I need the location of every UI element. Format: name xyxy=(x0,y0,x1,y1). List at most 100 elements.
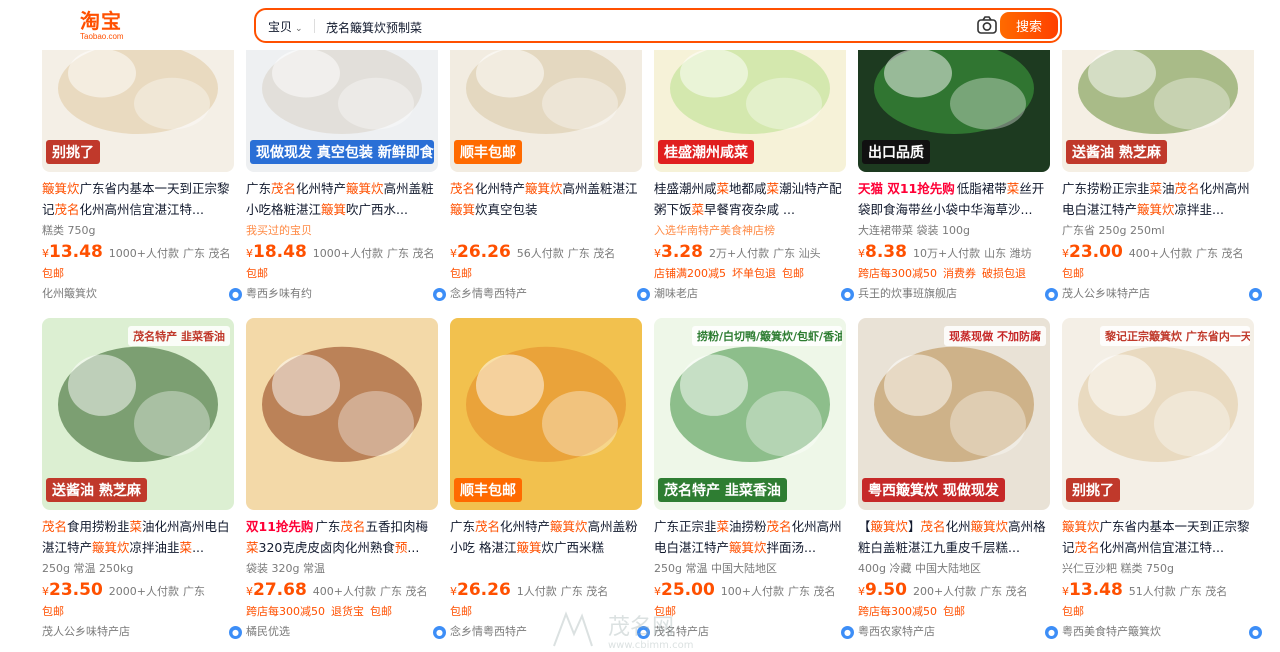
product-title[interactable]: 广东茂名化州特产簸箕炊高州盖粉小吃 格湛江簸箕炊广西米糕 xyxy=(450,516,640,558)
product-attributes: 400g 冷藏 中国大陆地区 xyxy=(858,562,981,575)
product-title[interactable]: 广东捞粉正宗韭菜油茂名化州高州电白湛江特产簸箕炊凉拌韭... xyxy=(1062,178,1252,220)
shop-row[interactable]: 粤西乡味有约 ● xyxy=(246,284,446,304)
image-banner-subtext: 现蒸现做 不加防腐 xyxy=(944,326,1046,346)
shop-row[interactable]: 潮味老店 ● xyxy=(654,284,854,304)
image-banner-subtext: 黎记正宗簸箕炊 广东省内一天到 xyxy=(1100,326,1250,346)
product-title[interactable]: 茂名食用捞粉韭菜油化州高州电白湛江特产簸箕炊凉拌油韭菜... xyxy=(42,516,232,558)
search-category-dropdown[interactable]: 宝贝 ⌄ xyxy=(268,18,303,35)
product-image[interactable]: 茂名特产 韭菜香油 捞粉/白切鸭/簸箕炊/包虾/香油鸡 xyxy=(654,318,846,510)
service-tags: 包邮 xyxy=(42,602,242,622)
ship-location: 广东 茂名 xyxy=(560,585,609,598)
price-row: ¥25.00 100+人付款 广东 茂名 xyxy=(654,580,854,602)
shop-name[interactable]: 粤西乡味有约 xyxy=(246,287,312,300)
service-tag: 包邮 xyxy=(782,267,804,280)
ship-location: 广东 茂名 xyxy=(788,585,836,598)
product-title[interactable]: 【簸箕炊】茂名化州簸箕炊高州格粧白盖粧湛江九重皮千层糕... xyxy=(858,516,1048,558)
top-bar: 淘宝 Taobao.com 宝贝⌄ 搜索 xyxy=(0,0,1280,50)
product-image[interactable]: 顺丰包邮 xyxy=(450,318,642,510)
shop-name[interactable]: 茂人公乡味特产店 xyxy=(1062,287,1150,300)
shop-name[interactable]: 茂名特产店 xyxy=(654,625,709,638)
shop-row[interactable]: 茂人公乡味特产店 ● xyxy=(1062,284,1262,304)
product-title[interactable]: 天猫 双11抢先购 低脂裙带菜丝开袋即食海带丝小袋中华海草沙... xyxy=(858,178,1048,220)
shop-chat-icon[interactable]: ● xyxy=(841,288,854,301)
image-banner-subtext: 捞粉/白切鸭/簸箕炊/包虾/香油鸡 xyxy=(692,326,842,346)
shop-name[interactable]: 粤西农家特产店 xyxy=(858,625,935,638)
shop-chat-icon[interactable]: ● xyxy=(841,626,854,639)
shop-row[interactable]: 化州簸箕炊 ● xyxy=(42,284,242,304)
service-tags: 包邮 xyxy=(1062,264,1262,284)
shop-row[interactable]: 念乡情粤西特产 ● xyxy=(450,284,650,304)
product-title[interactable]: 双11抢先购 广东茂名五香扣肉梅菜320克虎皮卤肉化州熟食预... xyxy=(246,516,436,558)
service-tag: 包邮 xyxy=(654,605,676,618)
product-attributes: 糕类 750g xyxy=(42,224,96,237)
shop-chat-icon[interactable]: ● xyxy=(433,626,446,639)
search-input[interactable] xyxy=(326,18,926,36)
shop-chat-icon[interactable]: ● xyxy=(637,626,650,639)
product-image[interactable] xyxy=(246,318,438,510)
ship-location: 广东 茂名 xyxy=(1196,247,1244,260)
image-banner-text: 别挑了 xyxy=(1066,478,1120,502)
taobao-logo[interactable]: 淘宝 Taobao.com xyxy=(80,10,132,42)
ship-location: 山东 潍坊 xyxy=(984,247,1032,260)
ship-location: 广东 xyxy=(183,585,205,598)
image-banner-text: 送酱油 熟芝麻 xyxy=(1066,140,1167,164)
shop-name[interactable]: 橘民优选 xyxy=(246,625,290,638)
service-tag: 店铺满200减5 xyxy=(654,267,726,280)
shop-chat-icon[interactable]: ● xyxy=(1045,288,1058,301)
shop-name[interactable]: 念乡情粤西特产 xyxy=(450,287,527,300)
product-price: ¥26.26 xyxy=(450,580,511,600)
shop-chat-icon[interactable]: ● xyxy=(1045,626,1058,639)
shop-chat-icon[interactable]: ● xyxy=(229,626,242,639)
shop-name[interactable]: 念乡情粤西特产 xyxy=(450,625,527,638)
shop-name[interactable]: 粤西美食特产簸箕炊 xyxy=(1062,625,1161,638)
shop-row[interactable]: 橘民优选 ● xyxy=(246,622,446,642)
product-price: ¥13.48 xyxy=(42,242,103,262)
product-attributes: 入选华南特产美食神店榜 xyxy=(654,224,775,237)
shop-row[interactable]: 粤西美食特产簸箕炊 ● xyxy=(1062,622,1262,642)
product-image[interactable]: 送酱油 熟芝麻 茂名特产 韭菜香油 xyxy=(42,318,234,510)
logo-text: 淘宝 xyxy=(80,9,122,33)
product-price: ¥9.50 xyxy=(858,580,907,600)
shop-chat-icon[interactable]: ● xyxy=(637,288,650,301)
product-title[interactable]: 簸箕炊广东省内基本一天到正宗黎记茂名化州高州信宜湛江特... xyxy=(1062,516,1252,558)
product-price: ¥25.00 xyxy=(654,580,715,600)
product-attributes xyxy=(450,222,650,238)
shop-chat-icon[interactable]: ● xyxy=(1249,626,1262,639)
shop-chat-icon[interactable]: ● xyxy=(433,288,446,301)
sales-count: 400+人付款 xyxy=(312,585,376,598)
image-banner-text: 顺丰包邮 xyxy=(454,478,522,502)
ship-location: 广东 茂名 xyxy=(1179,585,1228,598)
product-title[interactable]: 广东茂名化州特产簸箕炊高州盖粧小吃格粧湛江簸箕吹广西水... xyxy=(246,178,436,220)
shop-row[interactable]: 粤西农家特产店 ● xyxy=(858,622,1058,642)
product-title[interactable]: 茂名化州特产簸箕炊高州盖粧湛江簸箕炊真空包装 xyxy=(450,178,640,220)
shop-row[interactable]: 茂名特产店 ● xyxy=(654,622,854,642)
search-category-label: 宝贝 xyxy=(268,20,293,34)
shop-name[interactable]: 化州簸箕炊 xyxy=(42,287,97,300)
shop-row[interactable]: 兵王的炊事班旗舰店 ● xyxy=(858,284,1058,304)
product-title[interactable]: 广东正宗韭菜油捞粉茂名化州高州电白湛江特产簸箕炊拌面汤... xyxy=(654,516,844,558)
service-tag: 包邮 xyxy=(450,605,472,618)
search-button[interactable]: 搜索 xyxy=(1000,12,1058,39)
product-image[interactable]: 别挑了 黎记正宗簸箕炊 广东省内一天到 xyxy=(1062,318,1254,510)
shop-row[interactable]: 茂人公乡味特产店 ● xyxy=(42,622,242,642)
image-banner-text: 别挑了 xyxy=(46,140,100,164)
service-tag: 包邮 xyxy=(1062,267,1084,280)
product-title[interactable]: 簸箕炊广东省内基本一天到正宗黎记茂名化州高州信宜湛江特... xyxy=(42,178,232,220)
price-row: ¥27.68 400+人付款 广东 茂名 xyxy=(246,580,446,602)
product-price: ¥8.38 xyxy=(858,242,907,262)
service-tag: 跨店每300减50 xyxy=(858,267,937,280)
service-tags: 包邮 xyxy=(654,602,854,622)
product-image[interactable]: 粤西簸箕炊 现做现发 现蒸现做 不加防腐 xyxy=(858,318,1050,510)
camera-icon[interactable] xyxy=(976,15,998,35)
service-tags: 跨店每300减50 包邮 xyxy=(858,602,1058,622)
shop-chat-icon[interactable]: ● xyxy=(229,288,242,301)
product-attributes xyxy=(450,560,650,576)
shop-name[interactable]: 兵王的炊事班旗舰店 xyxy=(858,287,957,300)
product-attributes: 兴仁豆沙粑 糕类 750g xyxy=(1062,562,1174,575)
shop-name[interactable]: 茂人公乡味特产店 xyxy=(42,625,130,638)
shop-chat-icon[interactable]: ● xyxy=(1249,288,1262,301)
product-title[interactable]: 桂盛潮州咸菜地都咸菜潮汕特产配粥下饭菜早餐宵夜杂咸 ... xyxy=(654,178,844,220)
image-banner-text: 现做现发 真空包装 新鲜即食 xyxy=(250,140,434,164)
shop-name[interactable]: 潮味老店 xyxy=(654,287,698,300)
shop-row[interactable]: 念乡情粤西特产 ● xyxy=(450,622,650,642)
